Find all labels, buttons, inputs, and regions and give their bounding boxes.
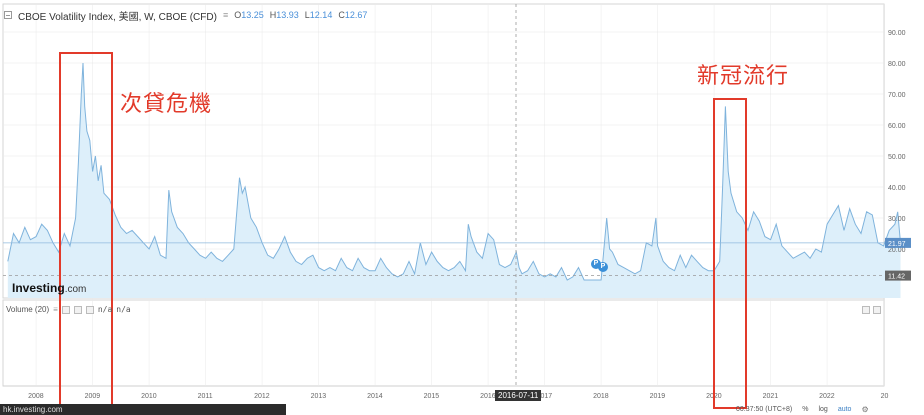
event-marker-2[interactable]: P [598,262,608,272]
gear-icon[interactable]: ⚙ [861,405,868,414]
symbol-title: CBOE Volatility Index, 美國, W, CBOE (CFD) [18,11,217,23]
x-tick-label: 2010 [141,393,157,400]
x-axis: 2008 2009 2010 2011 2012 2013 2014 2015 2016 2017… [28,393,888,400]
volume-value-2: n/a [116,305,131,314]
x-tick-label: 2018 [593,393,609,400]
volume-label: Volume (20) [6,305,50,314]
cursor-date-badge: 2016-07-11 [495,390,542,401]
pane-controls [862,306,881,314]
volume-value-1: n/a [97,305,113,314]
x-tick-label: 2009 [85,393,101,400]
x-tick-label: 2011 [198,393,213,400]
settings-icon[interactable]: ≡ [223,10,228,20]
y-tick-label: 30.00 [888,216,906,223]
annotation-label-covid: 新冠流行 [697,64,790,89]
ohlc-close: C12.67 [338,10,368,20]
x-tick-label: 2015 [424,393,440,400]
y-tick-label: 50.00 [888,154,906,161]
y-axis: 90.00 80.00 70.00 60.00 50.00 40.00 30.00 20.00 [888,30,906,254]
log-toggle[interactable]: log [818,406,827,413]
bottom-toolbar: 00:37:50 (UTC+8) % log auto ⚙ [700,404,924,415]
investing-logo: Investing.com [12,281,86,295]
x-tick-label: 2021 [763,393,779,400]
x-tick-label: 2012 [254,393,270,400]
status-url: hk.investing.com [0,404,286,415]
percent-toggle[interactable]: % [802,406,808,413]
y-tick-label: 40.00 [888,185,906,192]
ohlc-low: L12.14 [304,10,333,20]
low-level-badge: 11.42 [888,274,905,281]
x-tick-label: 2022 [819,393,835,400]
collapse-icon[interactable] [4,11,12,19]
x-tick-label: 2013 [311,393,327,400]
volume-legend: Volume (20) ≡ n/a n/a [6,305,131,314]
x-tick-label: 20 [881,393,889,400]
volume-hide-button[interactable] [61,305,70,314]
ohlc-high: H13.93 [269,10,299,20]
pane-maximize-button[interactable] [862,306,870,314]
last-price-badge: 21.97 [888,241,906,248]
x-tick-label: 2019 [650,393,666,400]
ohlc-open: O13.25 [234,10,264,20]
y-tick-label: 20.00 [888,247,906,254]
y-tick-label: 60.00 [888,123,906,130]
chart-legend: CBOE Volatility Index, 美國, W, CBOE (CFD)… [0,6,367,24]
volume-settings-button[interactable] [73,305,82,314]
x-tick-label: 2008 [28,393,44,400]
y-tick-label: 80.00 [888,61,906,68]
chart-widget: 90.00 80.00 70.00 60.00 50.00 40.00 30.00 20.00… [0,0,924,415]
volume-settings-icon[interactable]: ≡ [53,305,58,314]
auto-toggle[interactable]: auto [838,406,852,413]
volume-pane-frame [2,299,885,387]
x-tick-label: 2016 [480,393,496,400]
x-tick-label: 2014 [367,393,383,400]
pane-close-button[interactable] [873,306,881,314]
volume-close-button[interactable] [85,305,94,314]
logo-brand: Investing [12,281,65,295]
logo-domain: .com [64,284,87,295]
clock-readout: 00:37:50 (UTC+8) [736,406,793,413]
y-tick-label: 90.00 [888,30,906,37]
annotation-label-subprime: 次貸危機 [120,92,213,117]
y-tick-label: 70.00 [888,92,906,99]
